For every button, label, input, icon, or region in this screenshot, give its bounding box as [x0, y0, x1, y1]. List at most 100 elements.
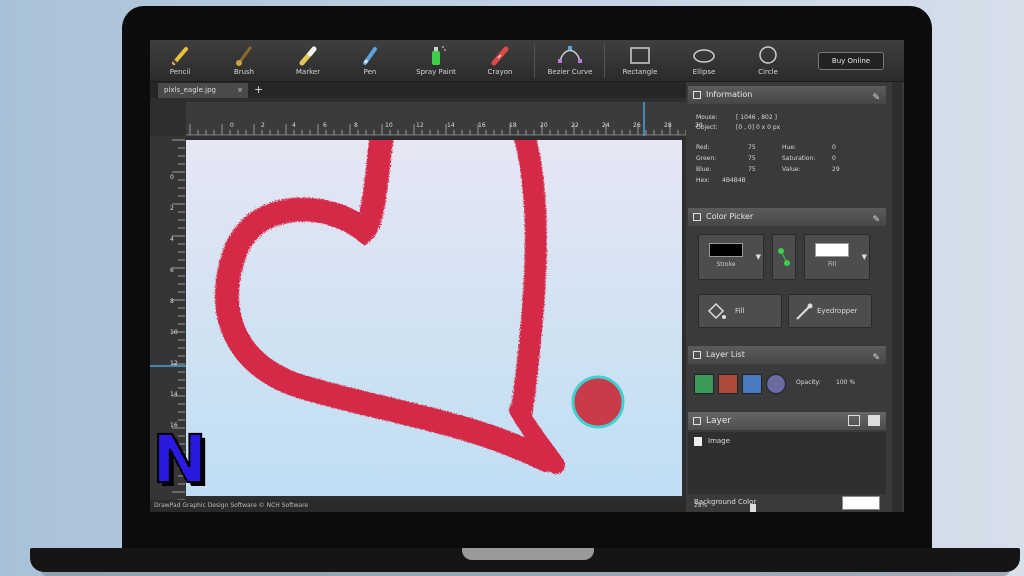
collapse-icon[interactable] [693, 91, 701, 99]
layer-item-label[interactable]: Image [708, 437, 730, 445]
hex-label: Hex: [696, 177, 710, 184]
logo: N [151, 421, 222, 498]
pin-icon[interactable]: ✎ [872, 349, 880, 367]
tool-circle[interactable]: Circle [740, 43, 796, 81]
paint-bucket-icon [707, 302, 726, 320]
bezier-curve-icon [558, 46, 582, 63]
red-label: Red: [696, 144, 710, 151]
collapse-icon[interactable] [693, 417, 701, 425]
ruler-label: 4 [292, 122, 296, 129]
layer-list-header[interactable]: Layer List ✎ [688, 346, 886, 364]
background-color-swatch[interactable] [842, 496, 880, 510]
toolbar: Pencil Brush Marker Pen Spray Paint Cray… [150, 40, 904, 82]
toolbar-separator [534, 44, 535, 78]
camera-icon[interactable] [848, 415, 860, 426]
tool-rectangle[interactable]: Rectangle [612, 43, 668, 81]
collapse-icon[interactable] [693, 351, 701, 359]
tool-bezier-curve[interactable]: Bezier Curve [542, 43, 598, 81]
color-picker-header[interactable]: Color Picker ✎ [688, 208, 886, 226]
tool-marker[interactable]: Marker [280, 43, 336, 81]
stroke-label: Stroke [716, 261, 736, 268]
information-title: Information [706, 90, 753, 99]
ellipse-icon [693, 49, 715, 63]
eyedropper-button[interactable]: Eyedropper [788, 294, 872, 328]
hue-value: 0 [832, 144, 836, 151]
opacity-label: Opacity: [796, 379, 821, 386]
logo-letter: N [151, 421, 208, 498]
duplicate-layer-icon[interactable] [742, 374, 762, 394]
fill-color-swatch[interactable]: Fill ▼ [804, 234, 870, 280]
ruler-label: 6 [170, 267, 174, 274]
tool-label: Ellipse [692, 68, 716, 76]
hex-value: 4B4B4B [722, 177, 746, 184]
blue-value: 75 [748, 166, 756, 173]
ruler-label: 14 [170, 391, 178, 398]
green-label: Green: [696, 155, 717, 162]
rectangle-icon [630, 47, 650, 64]
chevron-down-icon[interactable]: ▼ [756, 253, 761, 261]
collapse-icon[interactable] [693, 213, 701, 221]
ruler-label: 14 [447, 122, 455, 129]
fill-color-preview [815, 243, 849, 257]
ruler-label: 30 [695, 122, 703, 129]
ruler-label: 12 [416, 122, 424, 129]
background-color-row[interactable]: Background Color [688, 494, 886, 512]
hue-label: Hue: [782, 144, 797, 151]
ruler-label: 16 [478, 122, 486, 129]
zoom-value[interactable]: 28% [694, 502, 707, 509]
layer-title: Layer [706, 416, 732, 426]
layer-header[interactable]: Layer [688, 412, 886, 430]
layer-settings-icon[interactable] [766, 374, 786, 394]
color-picker-title: Color Picker [706, 212, 754, 221]
ruler-label: 22 [571, 122, 579, 129]
spray-paint-icon [432, 46, 446, 65]
drawing-canvas[interactable] [186, 122, 682, 496]
horizontal-ruler [186, 102, 687, 136]
document-tab[interactable]: pixls_eagle.jpg × [158, 83, 248, 98]
lock-icon[interactable] [868, 415, 880, 426]
pin-icon[interactable]: ✎ [872, 89, 880, 107]
tool-pencil[interactable]: Pencil [152, 43, 208, 81]
buy-online-button[interactable]: Buy Online [818, 52, 884, 70]
stroke-color-swatch[interactable]: Stroke ▼ [698, 234, 764, 280]
ruler-label: 12 [170, 360, 178, 367]
tool-label: Circle [758, 68, 778, 76]
mouse-value: [ 1046 , 802 ] [736, 114, 777, 121]
pen-icon [363, 47, 377, 65]
swap-colors-button[interactable] [772, 234, 796, 280]
add-layer-icon[interactable] [694, 374, 714, 394]
tool-label: Rectangle [622, 68, 658, 76]
ruler-label: 4 [170, 236, 174, 243]
layer-list-toolbar: Opacity: 100 % [694, 372, 890, 396]
chevron-down-icon[interactable]: ▼ [862, 253, 867, 261]
red-dot-shape[interactable] [571, 375, 625, 429]
opacity-value[interactable]: 100 % [836, 379, 855, 386]
ruler-label: 28 [664, 122, 672, 129]
information-header[interactable]: Information ✎ [688, 86, 886, 104]
object-value: [0 , 0] 0 x 0 px [736, 124, 781, 131]
ruler-label: 0 [170, 174, 174, 181]
close-tab-icon[interactable]: × [237, 83, 243, 98]
fill-label: Fill [827, 261, 836, 268]
delete-layer-icon[interactable] [718, 374, 738, 394]
tool-spray-paint[interactable]: Spray Paint [408, 43, 464, 81]
red-value: 75 [748, 144, 756, 151]
eyedropper-button-label: Eyedropper [817, 307, 858, 315]
tool-pen[interactable]: Pen [342, 43, 398, 81]
fill-button[interactable]: Fill [698, 294, 782, 328]
crayon-icon [491, 46, 509, 66]
add-tab-icon[interactable]: + [254, 82, 263, 98]
ruler-label: 10 [385, 122, 393, 129]
document-tab-bar: pixls_eagle.jpg × + [150, 82, 686, 98]
fill-button-label: Fill [735, 307, 745, 315]
zoom-slider-handle[interactable] [750, 504, 756, 512]
tool-ellipse[interactable]: Ellipse [676, 43, 732, 81]
panel-scrollbar[interactable] [892, 82, 902, 512]
tool-crayon[interactable]: Crayon [472, 43, 528, 81]
pin-icon[interactable]: ✎ [872, 211, 880, 229]
layer-checkbox[interactable] [694, 437, 702, 446]
ruler-label: 26 [633, 122, 641, 129]
tool-brush[interactable]: Brush [216, 43, 272, 81]
ruler-label: 8 [170, 298, 174, 305]
heart-stroke [214, 122, 565, 474]
